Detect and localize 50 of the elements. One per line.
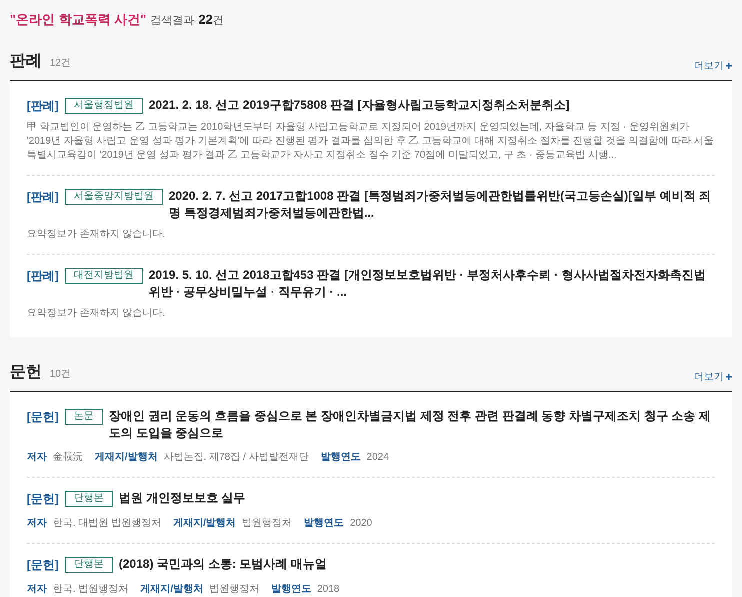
- meta-value: 한국. 법원행정처: [53, 582, 129, 596]
- result-title-link[interactable]: 2019. 5. 10. 선고 2018고합453 판결 [개인정보보호법위반 · 부정처사후수뢰 · 형사사법절차전자화촉진법위반 · 공무상비밀누설 · 직무유기 · ...: [149, 266, 715, 300]
- plus-icon: [726, 63, 732, 69]
- meta-value: 2020: [350, 516, 372, 530]
- meta-value: 2024: [366, 450, 390, 464]
- result-title-link[interactable]: 2020. 2. 7. 선고 2017고합1008 판결 [특정범죄가중처벌등에관한법률위반(국고등손실)[일부 예비적 죄명 특정경제범죄가중처벌등에관한법...: [169, 188, 715, 222]
- court-tag: 서울중앙지방법원: [65, 188, 163, 204]
- search-query: "온라인 학교폭력 사건": [10, 11, 147, 29]
- more-link[interactable]: 더보기: [694, 370, 732, 384]
- result-summary: 요약정보가 존재하지 않습니다.: [27, 306, 166, 320]
- category-label: [판례]: [27, 188, 59, 206]
- result-title-link[interactable]: 장애인 권리 운동의 흐름을 중심으로 본 장애인차별금지법 제정 전후 관련 판결례 동향 차별구제조치 청구 소송 제도의 도입을 중심으로: [109, 408, 715, 442]
- meta-value: 한국. 대법원 법원행정처: [53, 516, 162, 530]
- meta-label: 저자: [27, 450, 47, 464]
- category-label: [판례]: [27, 268, 59, 284]
- category-label: [문헌]: [27, 408, 59, 426]
- result-count: 22건: [198, 11, 224, 29]
- meta-label: 게재지/발행처: [95, 450, 158, 464]
- result-title-link[interactable]: 법원 개인정보보호 실무: [119, 490, 246, 506]
- section-count: 12건: [50, 56, 72, 70]
- result-summary: 요약정보가 존재하지 않습니다.: [27, 228, 166, 242]
- meta-label: 저자: [27, 516, 47, 530]
- result-summary: 甲 학교법인이 운영하는 乙 고등학교는 2010학년도부터 자율형 사립고등학교로 지정되어 2019년까지 운영되었는데, 자율학교 등 지정 · 운영위원회가 '2019년 자율형 사립고 운영 성과 평가 기본계획'에 따라 진행된 평가 결과를 심의한 후 乙 고등학교에 대해 지정취소 절차를 진행할 것을 의결함에 따라 서울특별시교육감이 '2019년 운영 성과 평가 결과 乙 고등학교가 자사고 지정취소 점수 기준 70점에 미달되었고, 구 초 · 중등교육법 시행...: [27, 120, 715, 162]
- meta-label: 발행연도: [304, 516, 344, 530]
- meta-label: 게재지/발행처: [140, 582, 204, 596]
- court-tag: 서울행정법원: [65, 98, 143, 114]
- meta-label: 발행연도: [320, 450, 361, 464]
- section-title: 문헌: [10, 362, 42, 382]
- meta-label: 저자: [27, 582, 47, 596]
- meta-value: 2018: [317, 582, 340, 596]
- category-label: [문헌]: [27, 556, 59, 574]
- meta-value: 법원행정처: [209, 582, 260, 596]
- section-title: 판례: [10, 52, 42, 72]
- category-label: [문헌]: [27, 490, 59, 508]
- court-tag: 단행본: [65, 556, 113, 572]
- meta-label: 게재지/발행처: [173, 516, 236, 530]
- result-title-link[interactable]: (2018) 국민과의 소통: 모범사례 매뉴얼: [119, 556, 328, 572]
- result-title-link[interactable]: 2021. 2. 18. 선고 2019구합75808 판결 [자율형사립고등학교지정취소처분취소]: [149, 96, 570, 114]
- category-label: [판례]: [27, 98, 59, 114]
- meta-value: 법원행정처: [242, 516, 292, 530]
- meta-value: 金載沅: [53, 450, 83, 464]
- more-link[interactable]: 더보기: [694, 58, 732, 74]
- court-tag: 대전지방법원: [65, 268, 143, 284]
- meta-value: 사법논집. 제78집 / 사법발전재단: [164, 450, 309, 464]
- section-count: 10건: [50, 368, 72, 382]
- result-label: 검색결과: [150, 14, 195, 29]
- court-tag: 논문: [65, 408, 103, 424]
- court-tag: 단행본: [65, 490, 113, 506]
- meta-label: 발행연도: [271, 582, 312, 596]
- plus-icon: [726, 374, 732, 380]
